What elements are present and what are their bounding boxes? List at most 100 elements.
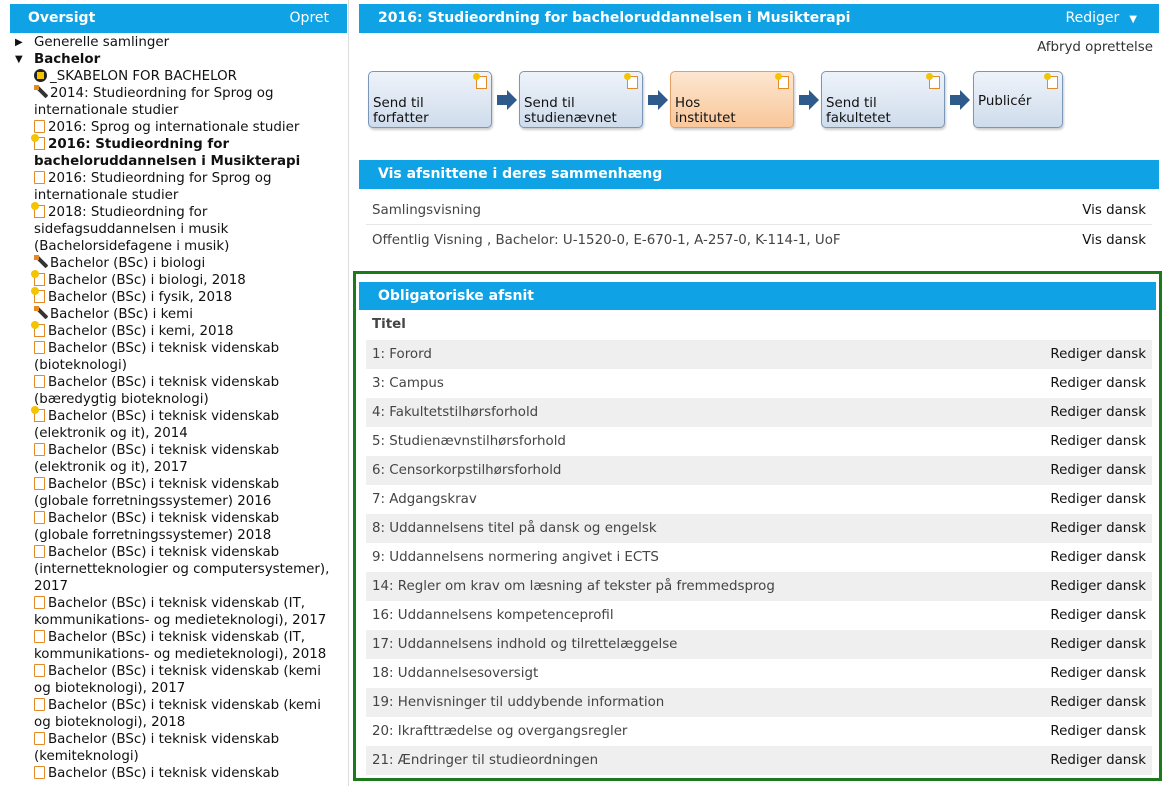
pencil-icon (34, 85, 47, 99)
tree-item-label: Bachelor (BSc) i teknisk videnskab (48, 766, 280, 781)
overview-panel: Oversigt Opret ▶ Generelle samlinger ▼ B… (0, 0, 349, 786)
cancel-creation-link[interactable]: Afbryd oprettelse (1037, 40, 1153, 55)
tree-item-label: (elektronik og it), 2014 (34, 426, 188, 441)
tree-item-label: internationale studier (34, 103, 179, 118)
tree-item-label: (Bachelorsidefagene i musik) (34, 239, 230, 254)
edit-danish-link[interactable]: Rediger dansk (1050, 572, 1146, 601)
edit-menu-button[interactable]: Rediger ▼ (1066, 4, 1137, 34)
title-column-header: Titel (372, 317, 406, 332)
tree-item[interactable]: Bachelor (BSc) i teknisk videnskab (kemi… (12, 663, 348, 697)
edit-danish-link[interactable]: Rediger dansk (1050, 340, 1146, 369)
expand-arrow-icon[interactable]: ▶ (15, 34, 23, 51)
tree-item[interactable]: Bachelor (BSc) i fysik, 2018 (12, 287, 348, 306)
section-row: 16: Uddannelsens kompetenceprofil Rediger… (366, 601, 1152, 630)
workflow-step-at-institute[interactable]: Hos institutet (670, 71, 794, 128)
tree-item[interactable]: Bachelor (BSc) i teknisk videnskab (globa… (12, 476, 348, 510)
tree-item-label: Bachelor (BSc) i teknisk videnskab (48, 409, 280, 424)
view-danish-link[interactable]: Vis dansk (1082, 196, 1146, 225)
section-row-label: 6: Censorkorpstilhørsforhold (372, 463, 562, 478)
edit-danish-link[interactable]: Rediger dansk (1050, 398, 1146, 427)
edit-danish-link[interactable]: Rediger dansk (1050, 543, 1146, 572)
section-row: 19: Henvisninger til uddybende informati… (366, 688, 1152, 717)
tree-item[interactable]: Bachelor (BSc) i teknisk videnskab (kemit… (12, 731, 348, 765)
step-line1: Hos (675, 96, 701, 111)
tree-item[interactable]: 2016: Sprog og internationale studier (12, 119, 348, 136)
tree-item[interactable]: 2014: Studieordning for Sprog og internat… (12, 85, 348, 119)
tree-item[interactable]: Bachelor (BSc) i teknisk videnskab (biote… (12, 340, 348, 374)
workflow-step-publish[interactable]: Publicér (973, 71, 1063, 128)
document-new-icon (31, 406, 45, 422)
section-row-label: 3: Campus (372, 376, 444, 391)
tree-item[interactable]: Bachelor (BSc) i teknisk videnskab (IT, k… (12, 629, 348, 663)
tree-item[interactable]: Bachelor (BSc) i teknisk videnskab (kemi… (12, 697, 348, 731)
collapse-arrow-icon[interactable]: ▼ (15, 51, 23, 68)
tree-item-label: Bachelor (BSc) i teknisk videnskab (IT, (48, 630, 306, 645)
arrow-right-icon (799, 90, 819, 110)
edit-danish-link[interactable]: Rediger dansk (1050, 514, 1146, 543)
section-row: 17: Uddannelsens indhold og tilrettelægg… (366, 630, 1152, 659)
arrow-right-icon (497, 90, 517, 110)
tree-item[interactable]: Bachelor (BSc) i teknisk videnskab (12, 765, 348, 782)
section-row: 20: Ikrafttrædelse og overgangsregler Red… (366, 717, 1152, 746)
page-title: 2016: Studieordning for bacheloruddannel… (378, 10, 851, 26)
tree-group-general[interactable]: ▶ Generelle samlinger (12, 34, 348, 51)
tree-item[interactable]: Bachelor (BSc) i teknisk videnskab (elekt… (12, 442, 348, 476)
edit-danish-link[interactable]: Rediger dansk (1050, 659, 1146, 688)
tree-item[interactable]: Bachelor (BSc) i kemi (12, 306, 348, 323)
edit-danish-link[interactable]: Rediger dansk (1050, 427, 1146, 456)
section-row-label: 7: Adgangskrav (372, 492, 477, 507)
workflow-step-send-to-board[interactable]: Send til studienævnet (519, 71, 643, 128)
section-row: 4: Fakultetstilhørsforhold Rediger dansk (366, 398, 1152, 427)
tree-item-label: (bioteknologi) (34, 358, 127, 373)
create-button[interactable]: Opret (290, 4, 329, 33)
edit-danish-link[interactable]: Rediger dansk (1050, 746, 1146, 775)
document-icon (34, 511, 45, 524)
section-row-label: 9: Uddannelsens normering angivet i ECTS (372, 550, 659, 565)
document-new-icon (1044, 73, 1058, 89)
tree-items: _SKABELON FOR BACHELOR 2014: Studieordnin… (12, 68, 348, 782)
context-row: Samlingsvisning Vis dansk (366, 196, 1152, 225)
tree-item[interactable]: 2016: Studieordning for bacheloruddannels… (12, 134, 348, 170)
context-row-label: Samlingsvisning (372, 203, 481, 218)
edit-danish-link[interactable]: Rediger dansk (1050, 630, 1146, 659)
context-row: Offentlig Visning , Bachelor: U-1520-0, … (366, 226, 1152, 255)
tree-item-label: Bachelor (BSc) i teknisk videnskab (48, 545, 280, 560)
document-icon (34, 120, 45, 133)
tree-item[interactable]: Bachelor (BSc) i teknisk videnskab (IT, k… (12, 595, 348, 629)
workflow-step-send-to-author[interactable]: Send til forfatter (368, 71, 492, 128)
tree-group-bachelor[interactable]: ▼ Bachelor (12, 51, 348, 68)
edit-danish-link[interactable]: Rediger dansk (1050, 688, 1146, 717)
tree-item-label: Bachelor (BSc) i biologi, 2018 (48, 273, 246, 288)
tree-item[interactable]: Bachelor (BSc) i teknisk videnskab (elekt… (12, 406, 348, 442)
document-icon (34, 698, 45, 711)
edit-danish-link[interactable]: Rediger dansk (1050, 456, 1146, 485)
tree-item[interactable]: Bachelor (BSc) i biologi, 2018 (12, 270, 348, 289)
tree-item-label: og bioteknologi), 2018 (34, 715, 186, 730)
tree-item[interactable]: 2018: Studieordning for sidefagsuddannels… (12, 202, 348, 255)
tree-item[interactable]: Bachelor (BSc) i teknisk videnskab (globa… (12, 510, 348, 544)
tree-item[interactable]: Bachelor (BSc) i teknisk videnskab (bæred… (12, 374, 348, 408)
step-line2: fakultetet (826, 111, 891, 126)
tree-item-label: Bachelor (BSc) i teknisk videnskab (48, 341, 280, 356)
document-new-icon (473, 73, 487, 89)
edit-danish-link[interactable]: Rediger dansk (1050, 601, 1146, 630)
edit-danish-link[interactable]: Rediger dansk (1050, 717, 1146, 746)
tree-item[interactable]: Bachelor (BSc) i biologi (12, 255, 348, 272)
section-row: 18: Uddannelsesoversigt Rediger dansk (366, 659, 1152, 688)
view-danish-link[interactable]: Vis dansk (1082, 226, 1146, 255)
overview-title: Oversigt (28, 10, 96, 26)
tree-item[interactable]: 2016: Studieordning for Sprog og internat… (12, 170, 348, 204)
edit-danish-link[interactable]: Rediger dansk (1050, 485, 1146, 514)
tree-item[interactable]: Bachelor (BSc) i kemi, 2018 (12, 321, 348, 340)
tree-item[interactable]: Bachelor (BSc) i teknisk videnskab (inter… (12, 544, 348, 595)
tree-item-label: kommunikations- og medieteknologi), 2018 (34, 647, 327, 662)
edit-danish-link[interactable]: Rediger dansk (1050, 369, 1146, 398)
tree-item-label: sidefagsuddannelsen i musik (34, 222, 229, 237)
tree-item-label: Bachelor (BSc) i teknisk videnskab (48, 443, 280, 458)
tree-item-label: kommunikations- og medieteknologi), 2017 (34, 613, 327, 628)
workflow-step-send-to-faculty[interactable]: Send til fakultetet (821, 71, 945, 128)
document-new-icon (31, 202, 45, 218)
step-line2: studienævnet (524, 111, 617, 126)
tree-item[interactable]: _SKABELON FOR BACHELOR (12, 68, 348, 85)
tree-item-label: 2014: Studieordning for Sprog og (50, 86, 274, 101)
